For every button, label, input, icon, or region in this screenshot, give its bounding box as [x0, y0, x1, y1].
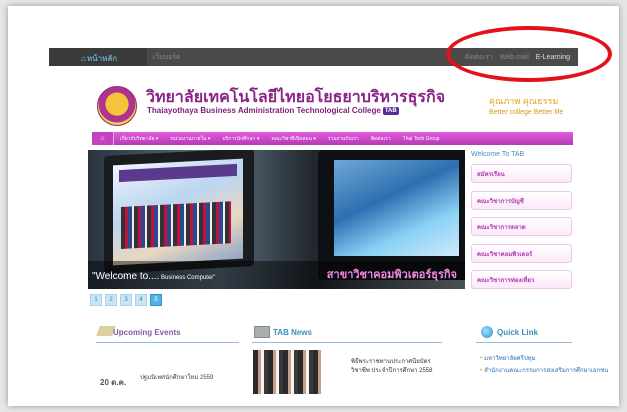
- slider-screen-photo: [121, 201, 231, 249]
- nav-item-student-services[interactable]: บริการนักศึกษา ▾: [216, 135, 265, 143]
- slogan-english: Better college Better life: [489, 109, 564, 116]
- hero-slider[interactable]: "Welcome to.... Business Computer" สาขาว…: [88, 150, 465, 289]
- slider-page-2[interactable]: 2: [105, 294, 117, 306]
- slogan-thai: คุณภาพ คุณธรรม: [489, 96, 559, 106]
- slider-page-3[interactable]: 3: [120, 294, 132, 306]
- slider-pagination: 1 2 3 4 5: [90, 294, 165, 306]
- slider-caption-thai: สาขาวิชาคอมพิวเตอร์ธุรกิจ: [326, 269, 457, 281]
- sidebar-button-apply[interactable]: สมัครเรียน: [471, 164, 572, 183]
- sidebar-button-tourism[interactable]: คณะวิชาการท่องเที่ยว: [471, 270, 572, 289]
- quick-link-item[interactable]: • มหาวิทยาลัยศรีปทุม: [480, 353, 536, 363]
- tab-news-divider: [252, 342, 442, 343]
- event-date: 20 ต.ค.: [100, 378, 127, 387]
- nav-item-faculties[interactable]: คณะวิชาที่เปิดสอน ▾: [265, 135, 321, 143]
- nav-item-careers[interactable]: ร่วมงานกับเรา: [322, 135, 365, 143]
- red-highlight-circle: [446, 26, 612, 82]
- home-icon: ⌂: [100, 135, 105, 142]
- webboard-link[interactable]: เว็บบอร์ด: [153, 52, 181, 63]
- news-headline-link[interactable]: พิธีพระราชทานประกาศนียบัตรวิชาชีพ ประจำป…: [351, 358, 443, 376]
- tab-news-title: TAB News: [273, 328, 312, 337]
- welcome-heading: Welcome To TAB: [471, 151, 525, 158]
- event-item-link[interactable]: ปฐมนิเทศนักศึกษาใหม่ 2559: [140, 372, 213, 382]
- news-photo-icon: [254, 326, 270, 338]
- main-nav: ⌂ เกี่ยวกับวิทยาลัย ▾ หน่วยงานภายใน ▾ บร…: [92, 132, 573, 145]
- quick-link-divider: [476, 342, 572, 343]
- slider-caption-course: Business Computer": [159, 275, 216, 281]
- upcoming-events-divider: [96, 342, 239, 343]
- college-title-english-text: Thaiayothaya Business Administration Tec…: [147, 106, 381, 115]
- tab-badge: TAB: [382, 106, 399, 115]
- quick-link-label: สำนักงานคณะกรรมการส่งเสริมการศึกษาเอกชน: [484, 368, 609, 374]
- browser-screenshot-frame: ⌂หน้าหลัก เว็บบอร์ด ติดต่อเรา Web mail E…: [8, 6, 619, 406]
- college-logo[interactable]: [97, 86, 137, 126]
- home-link-label: หน้าหลัก: [86, 54, 118, 63]
- slider-caption-welcome-text: "Welcome to....: [92, 271, 160, 282]
- quick-link-label: มหาวิทยาลัยศรีปทุม: [484, 356, 536, 362]
- slider-page-5[interactable]: 5: [150, 294, 162, 306]
- bullet-icon: •: [480, 356, 483, 362]
- college-title-english: Thaiayothaya Business Administration Tec…: [147, 106, 399, 115]
- slider-screen-header: [119, 163, 237, 183]
- home-icon: ⌂: [81, 54, 86, 63]
- bullet-icon: •: [480, 368, 483, 374]
- nav-item-departments[interactable]: หน่วยงานภายใน ▾: [164, 135, 216, 143]
- sidebar-button-accounting[interactable]: คณะวิชาการบัญชี: [471, 191, 572, 210]
- nav-item-thai-tech-group[interactable]: Thai Tech Group: [397, 136, 446, 142]
- slider-page-1[interactable]: 1: [90, 294, 102, 306]
- sidebar-button-marketing[interactable]: คณะวิชาการตลาด: [471, 217, 572, 236]
- nav-item-contact[interactable]: ติดต่อเรา: [365, 135, 397, 143]
- quick-link-item[interactable]: • สำนักงานคณะกรรมการส่งเสริมการศึกษาเอกชน: [480, 367, 608, 375]
- globe-icon: [481, 326, 493, 338]
- nav-item-about[interactable]: เกี่ยวกับวิทยาลัย ▾: [114, 135, 164, 143]
- quick-link-title: Quick Link: [497, 328, 538, 337]
- nav-home-button[interactable]: ⌂: [92, 132, 114, 145]
- sidebar-button-computer[interactable]: คณะวิชาคอมพิวเตอร์: [471, 244, 572, 263]
- slider-screen-left: [113, 158, 243, 266]
- home-link[interactable]: ⌂หน้าหลัก: [81, 52, 117, 65]
- upcoming-events-title: Upcoming Events: [113, 328, 181, 337]
- slider-caption-welcome: "Welcome to.... Business Computer": [92, 271, 215, 282]
- news-thumbnail[interactable]: [253, 350, 321, 394]
- slider-screen-right: [334, 160, 459, 256]
- slider-page-4[interactable]: 4: [135, 294, 147, 306]
